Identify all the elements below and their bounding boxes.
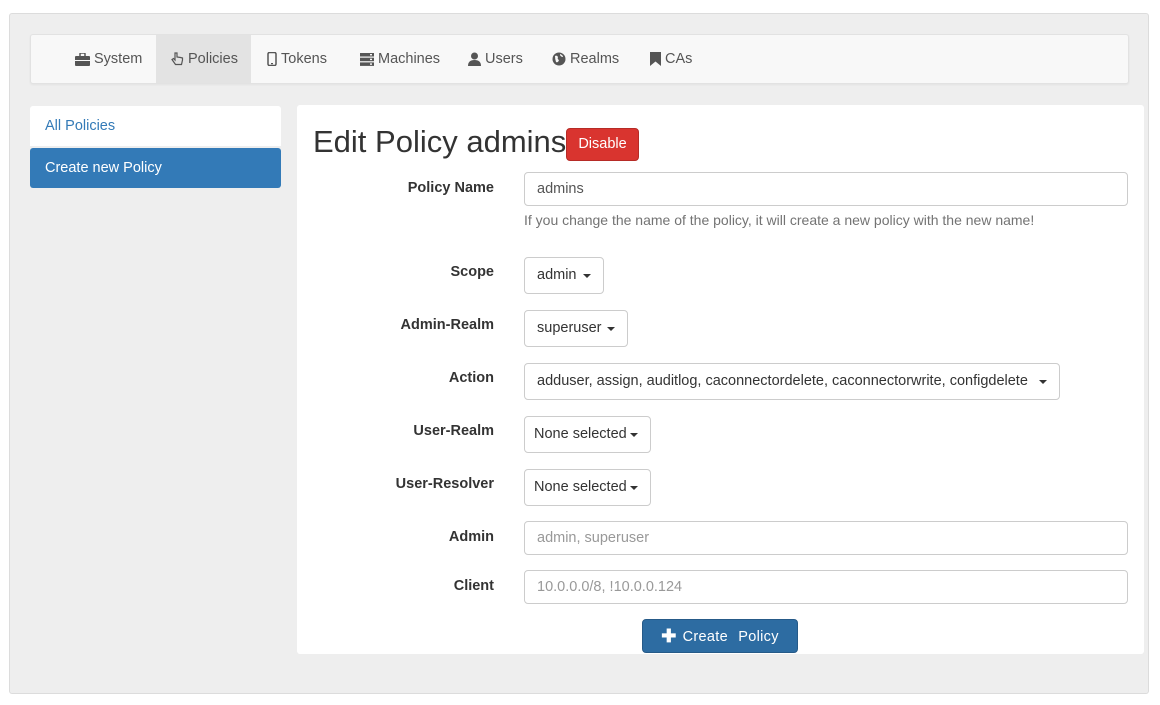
nav-tab-system[interactable]: System [75, 35, 142, 83]
nav-tab-users[interactable]: Users [468, 35, 523, 83]
nav-tab-realms[interactable]: Realms [552, 35, 619, 83]
admin-realm-dropdown[interactable]: superuser [524, 310, 628, 347]
globe-icon [552, 52, 566, 66]
hand-pointer-icon [171, 52, 184, 66]
nav-tab-label: Policies [188, 51, 238, 67]
bookmark-icon [650, 52, 661, 67]
server-icon [360, 52, 374, 66]
client-input[interactable]: 10.0.0.0/8, !10.0.0.124 [524, 570, 1128, 604]
nav-tab-label: Machines [378, 51, 441, 67]
policy-name-label: Policy Name [407, 180, 494, 196]
action-value: adduser, assign, auditlog, caconnectorde… [537, 373, 1028, 389]
action-label: Action [448, 370, 494, 386]
user-realm-dropdown[interactable]: None selected [524, 416, 651, 453]
caret-down-icon [630, 433, 638, 437]
scope-label: Scope [450, 264, 494, 280]
nav-tab-policies[interactable]: Policies [156, 35, 251, 83]
action-dropdown[interactable]: adduser, assign, auditlog, caconnectorde… [524, 363, 1060, 400]
admin-label: Admin [448, 529, 494, 545]
nav-tab-tokens[interactable]: Tokens [267, 35, 327, 83]
caret-down-icon [607, 327, 615, 331]
page-title: Edit Policy admins [313, 124, 567, 159]
nav-tab-label: Realms [570, 51, 620, 67]
admin-realm-value: superuser [537, 320, 602, 336]
caret-down-icon [1039, 380, 1047, 384]
nav-tab-label: System [94, 51, 143, 67]
create-policy-button[interactable]: ✚ Create Policy [642, 619, 798, 653]
caret-down-icon [630, 486, 638, 490]
create-policy-label: Create Policy [682, 629, 779, 645]
nav-tab-label: CAs [665, 51, 693, 67]
policy-name-help-text: If you change the name of the policy, it… [524, 212, 1035, 228]
disable-button[interactable]: Disable [566, 128, 639, 161]
phone-icon [267, 52, 277, 67]
scope-dropdown[interactable]: admin [524, 257, 604, 294]
nav-tab-cas[interactable]: CAs [650, 35, 692, 83]
user-realm-value: None selected [534, 426, 627, 442]
user-resolver-value: None selected [534, 479, 627, 495]
admin-input[interactable]: admin, superuser [524, 521, 1128, 555]
briefcase-icon [75, 52, 90, 66]
client-label: Client [453, 578, 494, 594]
admin-realm-label: Admin-Realm [400, 317, 494, 333]
caret-down-icon [583, 274, 591, 278]
top-navbar: System Policies Tokens Machines Users Re… [30, 34, 1129, 84]
policy-name-input[interactable]: admins [524, 172, 1128, 206]
sidebar-item-create-new-policy[interactable]: Create new Policy [30, 148, 281, 188]
nav-tab-machines[interactable]: Machines [360, 35, 440, 83]
user-icon [468, 52, 481, 67]
scope-value: admin [537, 267, 577, 283]
sidebar-item-all-policies[interactable]: All Policies [30, 106, 281, 146]
plus-icon: ✚ [661, 626, 677, 646]
nav-tab-label: Users [485, 51, 523, 67]
nav-tab-label: Tokens [281, 51, 327, 67]
user-resolver-dropdown[interactable]: None selected [524, 469, 651, 506]
user-realm-label: User-Realm [413, 423, 494, 439]
user-resolver-label: User-Resolver [395, 476, 494, 492]
